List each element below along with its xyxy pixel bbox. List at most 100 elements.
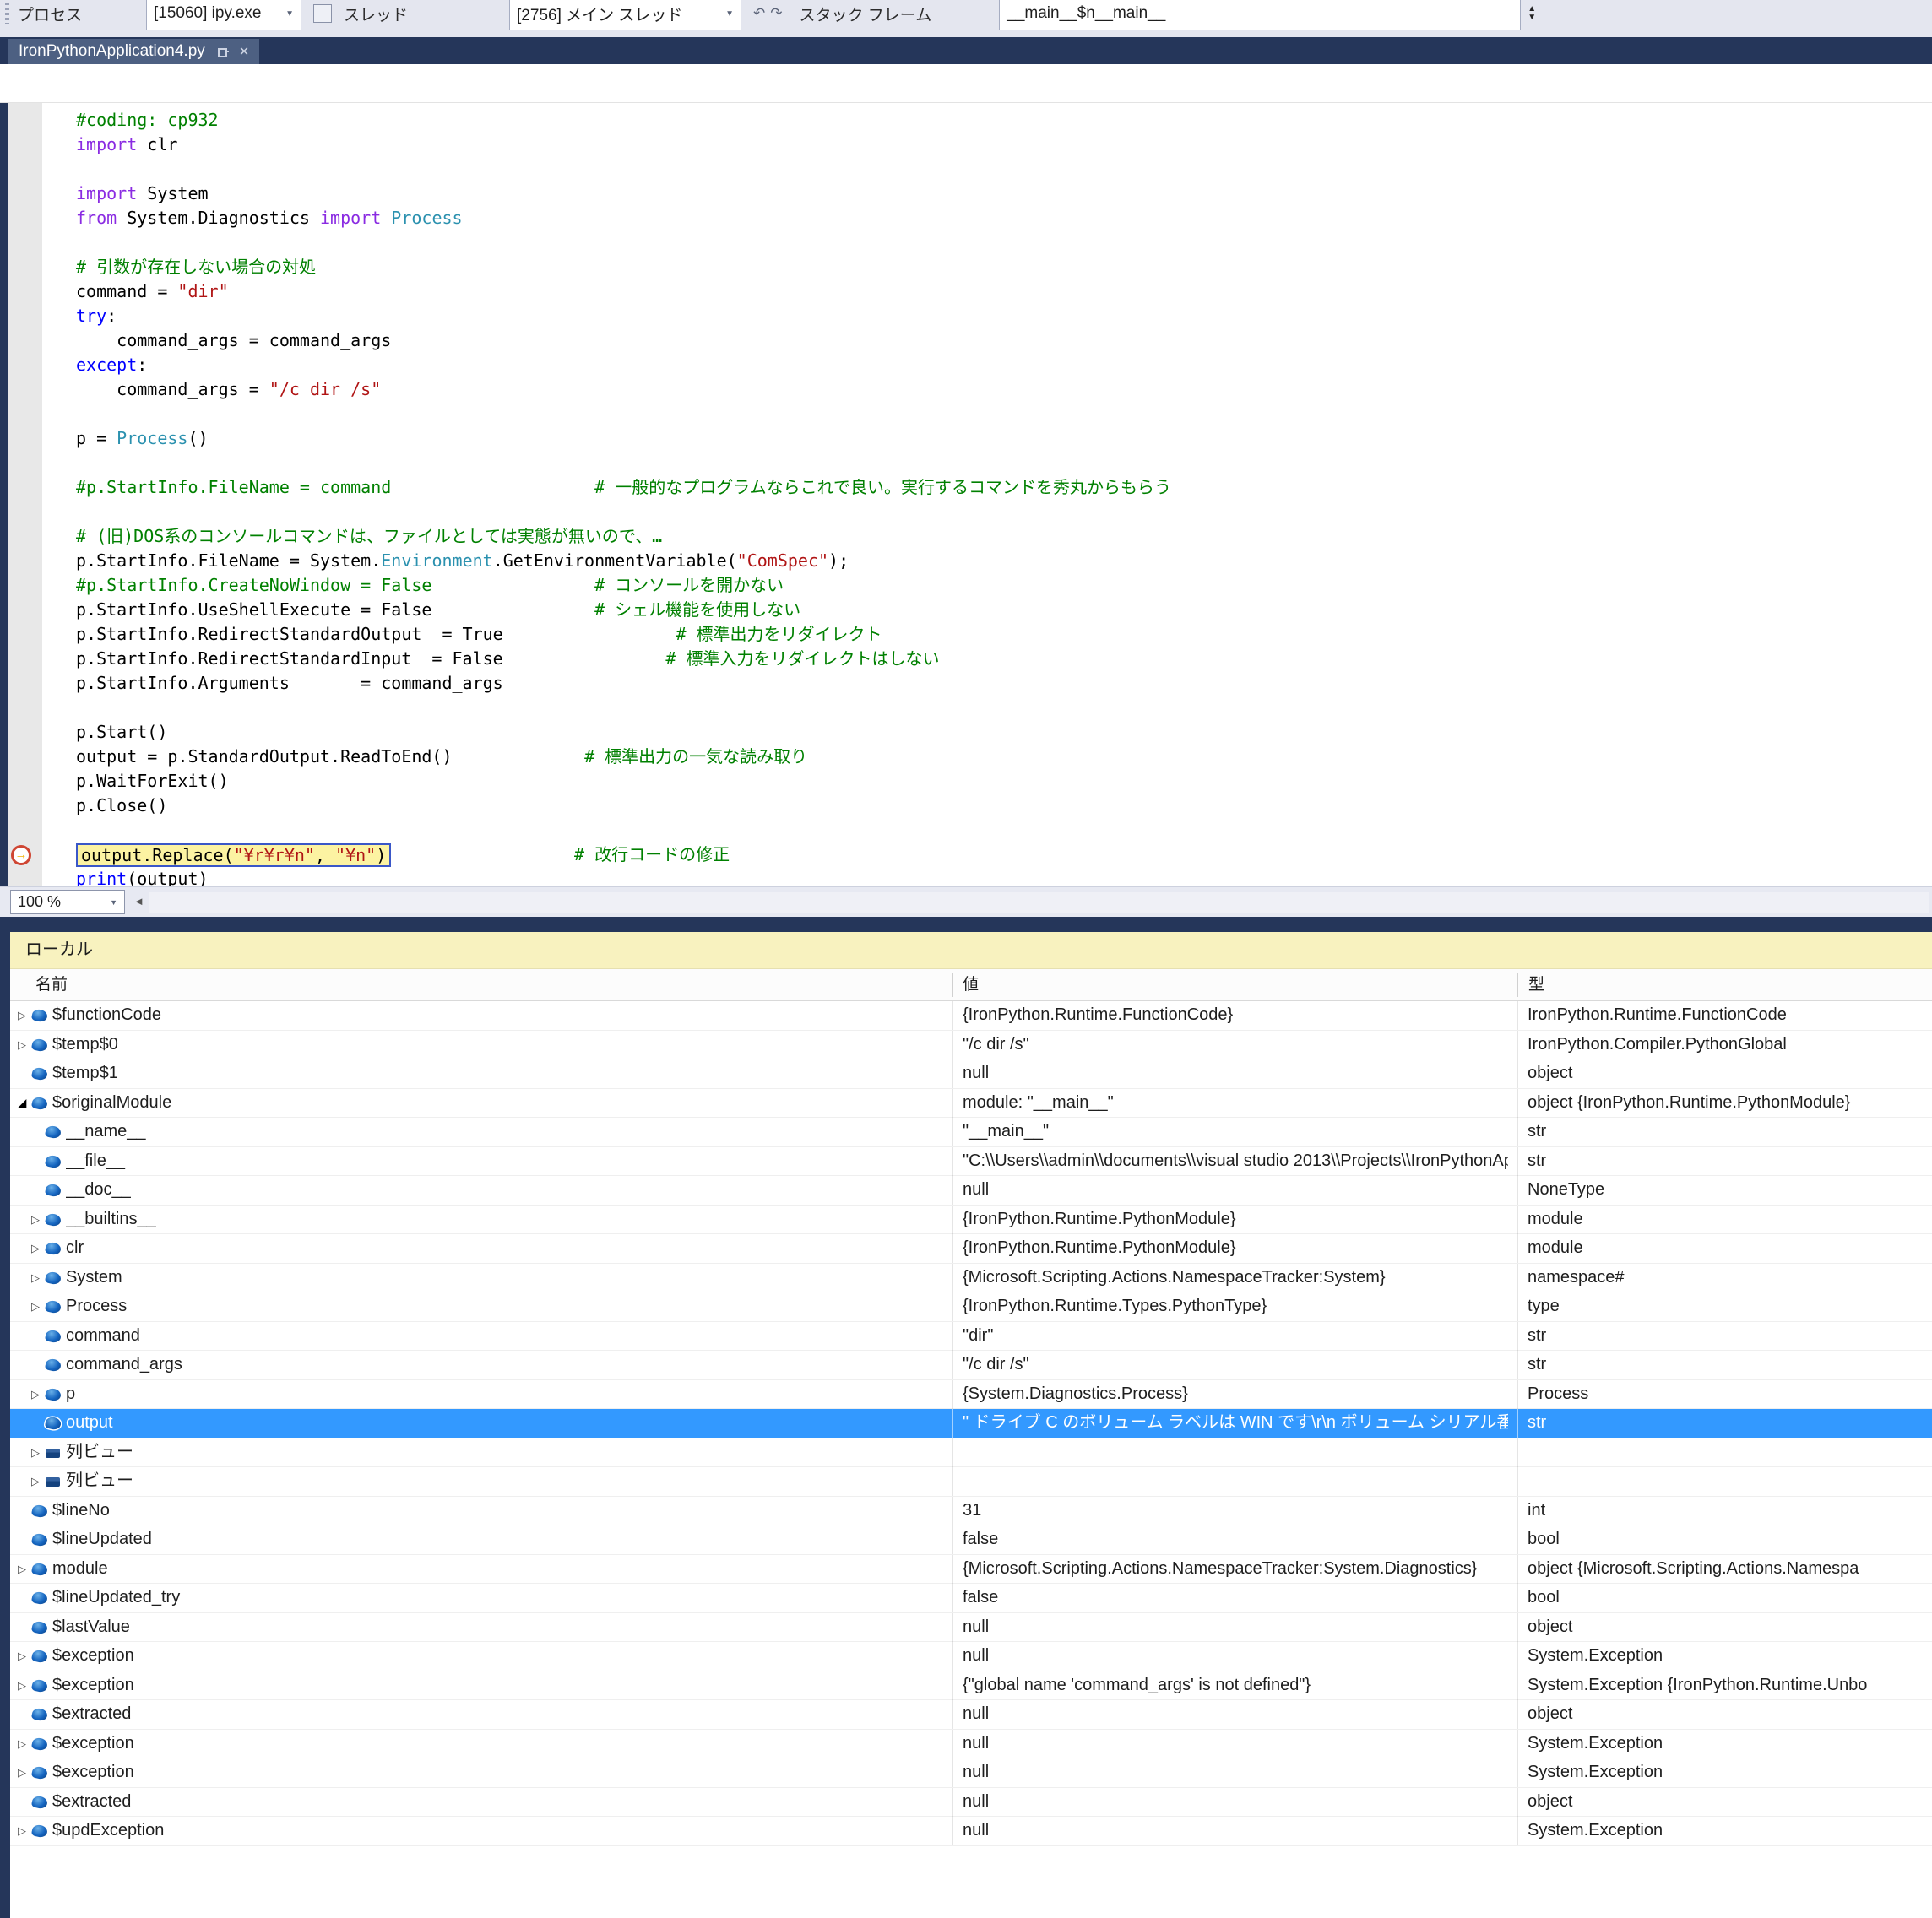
- locals-row[interactable]: $temp$1nullobject: [10, 1059, 1932, 1089]
- variable-type: NoneType: [1517, 1176, 1932, 1205]
- variable-type: type: [1517, 1292, 1932, 1321]
- expand-icon[interactable]: ▷: [15, 1758, 29, 1787]
- locals-row[interactable]: command_args"/c dir /s"str: [10, 1351, 1932, 1380]
- variable-name: $functionCode: [52, 1001, 944, 1030]
- frame-navigation-icons[interactable]: ↶↷: [753, 5, 788, 22]
- expand-icon[interactable]: ▷: [15, 1031, 29, 1059]
- expand-icon[interactable]: ▷: [15, 1730, 29, 1758]
- thread-combobox[interactable]: [2756] メイン スレッド ▼: [509, 0, 741, 30]
- locals-row[interactable]: $lineNo31int: [10, 1497, 1932, 1526]
- locals-row[interactable]: ◢$originalModulemodule: "__main__"object…: [10, 1089, 1932, 1119]
- variable-type: str: [1517, 1118, 1932, 1146]
- code-line: p.StartInfo.RedirectStandardInput = Fals…: [76, 647, 1932, 671]
- expand-icon[interactable]: ▷: [29, 1380, 42, 1409]
- code-area[interactable]: #coding: cp932import clrimport Systemfro…: [42, 103, 1932, 886]
- locals-row[interactable]: ▷列ビュー: [10, 1467, 1932, 1497]
- expand-icon[interactable]: ▷: [29, 1467, 42, 1496]
- visual-studio-window: プロセス [15060] ipy.exe ▼ スレッド [2756] メイン ス…: [0, 0, 1932, 1918]
- stack-frame-label: スタック フレーム: [800, 3, 932, 25]
- code-line: output = p.StandardOutput.ReadToEnd() # …: [76, 745, 1932, 769]
- locals-row[interactable]: ▷p{System.Diagnostics.Process}Process: [10, 1380, 1932, 1410]
- locals-row[interactable]: $extractednullobject: [10, 1700, 1932, 1730]
- locals-row[interactable]: ▷System{Microsoft.Scripting.Actions.Name…: [10, 1264, 1932, 1293]
- column-resize-handle[interactable]: [1517, 973, 1518, 997]
- toolbar-grip-icon[interactable]: [5, 3, 9, 24]
- threads-toggle-icon[interactable]: [313, 4, 332, 23]
- expand-icon[interactable]: ▷: [29, 1234, 42, 1263]
- locals-row[interactable]: ▷$exceptionnullSystem.Exception: [10, 1730, 1932, 1759]
- locals-row[interactable]: ▷module{Microsoft.Scripting.Actions.Name…: [10, 1555, 1932, 1585]
- glyph-margin[interactable]: [8, 103, 42, 886]
- locals-row[interactable]: $lineUpdated_tryfalsebool: [10, 1584, 1932, 1613]
- stack-frame-combobox[interactable]: __main__$n__main__: [999, 0, 1521, 30]
- column-header-type[interactable]: 型: [1528, 969, 1544, 1001]
- column-header-name[interactable]: 名前: [35, 969, 68, 1001]
- variable-icon: [31, 1736, 49, 1751]
- variable-type: bool: [1517, 1584, 1932, 1612]
- code-line: [76, 451, 1932, 475]
- locals-row[interactable]: ▷$exceptionnullSystem.Exception: [10, 1642, 1932, 1671]
- scroll-left-icon[interactable]: ◄: [133, 895, 144, 908]
- process-combobox-value: [15060] ipy.exe: [154, 4, 261, 23]
- zoom-level-select[interactable]: 100 % ▼: [10, 890, 125, 914]
- variable-icon: [31, 1649, 49, 1663]
- expand-icon[interactable]: ▷: [15, 1555, 29, 1584]
- document-tab[interactable]: IronPythonApplication4.py ✕: [8, 39, 259, 64]
- expand-icon[interactable]: ▷: [15, 1671, 29, 1700]
- variable-name: $exception: [52, 1671, 944, 1700]
- chevron-down-icon[interactable]: ▼: [719, 9, 734, 19]
- locals-row[interactable]: $lastValuenullobject: [10, 1613, 1932, 1643]
- toolbar-overflow-stepper[interactable]: ▲ ▼: [1528, 5, 1536, 22]
- locals-row[interactable]: ▷Process{IronPython.Runtime.Types.Python…: [10, 1292, 1932, 1322]
- variable-type: IronPython.Runtime.FunctionCode: [1517, 1001, 1932, 1030]
- panel-divider[interactable]: [0, 917, 1932, 932]
- variable-type: str: [1517, 1409, 1932, 1438]
- close-icon[interactable]: ✕: [239, 44, 250, 59]
- chevron-down-icon[interactable]: ▼: [279, 9, 294, 19]
- code-line: [76, 157, 1932, 182]
- horizontal-scrollbar[interactable]: [149, 892, 1929, 913]
- locals-row[interactable]: command"dir"str: [10, 1322, 1932, 1352]
- variable-name: module: [52, 1555, 944, 1584]
- code-line: except:: [76, 353, 1932, 377]
- column-resize-handle[interactable]: [952, 973, 953, 997]
- locals-row[interactable]: ▷列ビュー: [10, 1438, 1932, 1468]
- locals-column-headers: 名前 値 型: [10, 969, 1932, 1001]
- expand-icon[interactable]: ▷: [29, 1292, 42, 1321]
- expand-icon[interactable]: ▷: [29, 1206, 42, 1234]
- locals-row[interactable]: ▷$functionCode{IronPython.Runtime.Functi…: [10, 1001, 1932, 1031]
- locals-row[interactable]: ▷$updExceptionnullSystem.Exception: [10, 1817, 1932, 1846]
- variable-name: Process: [66, 1292, 944, 1321]
- code-editor[interactable]: → #coding: cp932import clrimport Systemf…: [0, 103, 1932, 886]
- locals-row[interactable]: __name__"__main__"str: [10, 1118, 1932, 1147]
- locals-row[interactable]: ▷$exceptionnullSystem.Exception: [10, 1758, 1932, 1788]
- code-line: p.Start(): [76, 720, 1932, 745]
- code-line: #p.StartInfo.FileName = command # 一般的なプロ…: [76, 475, 1932, 500]
- locals-row[interactable]: ▷clr{IronPython.Runtime.PythonModule}mod…: [10, 1234, 1932, 1264]
- chevron-down-icon[interactable]: ▼: [103, 898, 117, 907]
- variable-type: System.Exception {IronPython.Runtime.Unb…: [1517, 1671, 1932, 1700]
- expand-icon[interactable]: ▷: [15, 1001, 29, 1030]
- variable-icon: [31, 1823, 49, 1838]
- locals-row[interactable]: ▷$temp$0"/c dir /s"IronPython.Compiler.P…: [10, 1031, 1932, 1060]
- variable-name: __builtins__: [66, 1206, 944, 1234]
- locals-row[interactable]: ▷__builtins__{IronPython.Runtime.PythonM…: [10, 1206, 1932, 1235]
- locals-row[interactable]: __file__"C:\\Users\\admin\\documents\\vi…: [10, 1147, 1932, 1177]
- locals-row[interactable]: __doc__nullNoneType: [10, 1176, 1932, 1206]
- pin-icon[interactable]: [217, 46, 229, 57]
- locals-row[interactable]: $lineUpdatedfalsebool: [10, 1525, 1932, 1555]
- expand-icon[interactable]: ▷: [29, 1438, 42, 1467]
- process-combobox[interactable]: [15060] ipy.exe ▼: [146, 0, 301, 30]
- collapse-icon[interactable]: ◢: [15, 1089, 29, 1118]
- locals-row[interactable]: $extractednullobject: [10, 1788, 1932, 1818]
- variable-icon: [45, 1154, 62, 1168]
- locals-row[interactable]: ▷$exception{"global name 'command_args' …: [10, 1671, 1932, 1701]
- variable-icon: [31, 1562, 49, 1576]
- expand-icon[interactable]: ▷: [29, 1264, 42, 1292]
- locals-row[interactable]: output" ドライブ C のボリューム ラベルは WIN です\r\n ボリ…: [10, 1409, 1932, 1438]
- code-line: p.StartInfo.RedirectStandardOutput = Tru…: [76, 622, 1932, 647]
- view-icon: [46, 1449, 60, 1458]
- expand-icon[interactable]: ▷: [15, 1817, 29, 1845]
- column-header-value[interactable]: 値: [963, 969, 979, 1001]
- expand-icon[interactable]: ▷: [15, 1642, 29, 1671]
